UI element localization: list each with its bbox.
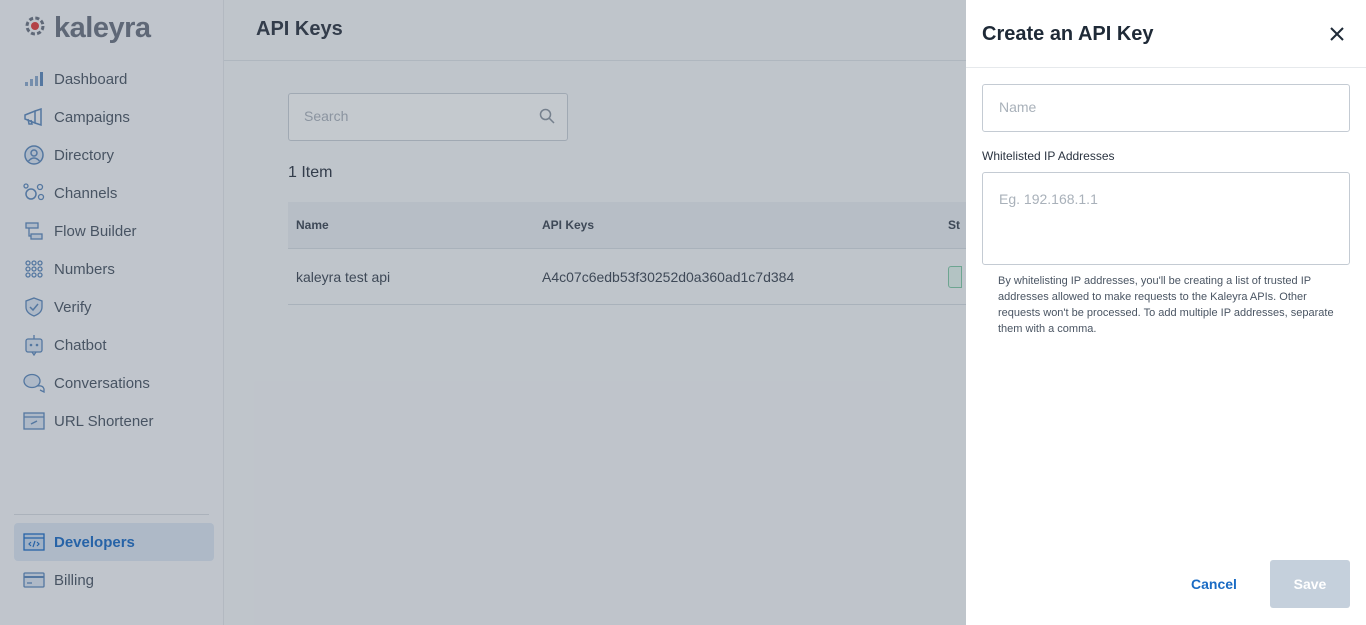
drawer-title: Create an API Key [982, 23, 1154, 45]
ip-addresses-field[interactable] [982, 172, 1350, 265]
cancel-button[interactable]: Cancel [1178, 560, 1250, 608]
close-icon[interactable] [1328, 25, 1346, 43]
ip-addresses-label: Whitelisted IP Addresses [982, 149, 1115, 163]
name-input[interactable] [999, 99, 1329, 115]
ip-help-text: By whitelisting IP addresses, you'll be … [998, 275, 1334, 335]
drawer-header: Create an API Key [966, 0, 1366, 68]
save-button[interactable]: Save [1270, 560, 1350, 608]
ip-addresses-input[interactable] [999, 191, 1329, 251]
create-api-key-drawer: Create an API Key Whitelisted IP Address… [966, 0, 1366, 625]
modal-backdrop[interactable] [0, 0, 966, 625]
name-field[interactable] [982, 84, 1350, 132]
